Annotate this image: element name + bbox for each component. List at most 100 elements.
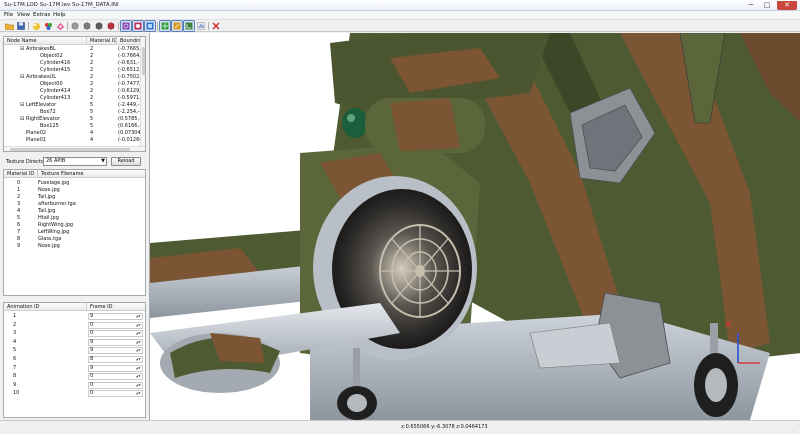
spinner-arrows-icon[interactable]: ▲▼ <box>136 349 141 354</box>
lod-cube-3-icon[interactable] <box>94 21 104 31</box>
normals-toggle-icon[interactable] <box>171 20 183 32</box>
texture-filename[interactable]: Tail.jpg <box>38 194 138 201</box>
column-header-material-id[interactable]: Material ID <box>87 37 116 45</box>
texture-toggle-icon[interactable] <box>144 20 156 32</box>
texture-filename[interactable]: Nose.jpg <box>38 187 138 194</box>
animation-row: 5 9 ▲▼ <box>4 347 145 355</box>
chart-toggle-icon[interactable] <box>196 21 206 31</box>
tree-row[interactable]: Plane02 4 (0.07304,- <box>4 130 142 137</box>
lod-cube-icon[interactable] <box>70 21 80 31</box>
tree-row[interactable]: Object00 2 (-0.7477,- <box>4 81 142 88</box>
tree-node-material: 2 <box>90 46 94 52</box>
spinner-arrows-icon[interactable]: ▲▼ <box>136 375 141 380</box>
frame-id-stepper[interactable]: 9 ▲▼ <box>88 313 143 320</box>
save-disk-icon[interactable] <box>16 21 26 31</box>
scrollbar-thumb[interactable] <box>10 148 130 151</box>
material-row[interactable]: 2 Tail.jpg <box>4 194 145 201</box>
maximize-button[interactable]: □ <box>760 1 774 10</box>
material-row[interactable]: 6 RightWing.jpg <box>4 222 145 229</box>
texture-filename[interactable]: Htail.jpg <box>38 215 138 222</box>
material-row[interactable]: 5 Htail.jpg <box>4 215 145 222</box>
spinner-arrows-icon[interactable]: ▲▼ <box>136 366 141 372</box>
tree-row[interactable]: Cylinder413 2 (-0.5971,- <box>4 95 142 102</box>
lod-cube-2-icon[interactable] <box>82 21 92 31</box>
tree-row[interactable]: Object02 2 (-0.7664,- <box>4 53 142 60</box>
node-tree-horizontal-scrollbar[interactable] <box>4 146 145 151</box>
close-button[interactable]: ✕ <box>777 1 797 10</box>
tree-row[interactable]: ⊟ RightElevator 5 (0.5785,-8 <box>4 116 142 123</box>
menu-help[interactable]: Help <box>53 12 66 18</box>
tree-expander-icon[interactable]: ⊟ <box>20 116 24 123</box>
menu-extras[interactable]: Extras <box>33 12 50 18</box>
model-color-icon[interactable] <box>43 21 53 31</box>
node-tree-vertical-scrollbar[interactable] <box>140 37 145 146</box>
texture-filename[interactable]: Fuselage.jpg <box>38 180 138 187</box>
tree-row[interactable]: Box125 5 (0.6166,-8 <box>4 123 142 130</box>
tree-row[interactable]: ⊟ AirbrakesBL 2 (-0.7665,- <box>4 46 142 53</box>
column-header-material-id[interactable]: Material ID <box>4 170 37 178</box>
tree-row[interactable]: ⊟ LeftElevator 5 (-2.449,-8 <box>4 102 142 109</box>
material-row[interactable]: 8 Glass.tga <box>4 236 145 243</box>
frame-id-stepper[interactable]: 8 ▲▼ <box>88 356 143 363</box>
tree-row[interactable]: Cylinder416 2 (-0.631,-1 <box>4 60 142 67</box>
frame-id-stepper[interactable]: 9 ▲▼ <box>88 347 143 355</box>
grid-toggle-icon[interactable] <box>159 20 171 32</box>
texture-filename[interactable]: RightWing.jpg <box>38 222 138 229</box>
spinner-arrows-icon[interactable]: ▲▼ <box>136 340 141 346</box>
texture-filename[interactable]: Nose.jpg <box>38 243 138 250</box>
texture-filename[interactable]: afterburner.tga <box>38 201 138 208</box>
tree-row[interactable]: Box72 5 (-2.254,-8 <box>4 109 142 116</box>
3d-viewport[interactable] <box>149 33 800 420</box>
scrollbar-thumb[interactable] <box>142 47 145 75</box>
material-row[interactable]: 0 Fuselage.jpg <box>4 180 145 187</box>
frame-id-stepper[interactable]: 0 ▲▼ <box>88 330 143 338</box>
spinner-arrows-icon[interactable]: ▲▼ <box>136 332 141 337</box>
texture-filename[interactable]: LeftWing.jpg <box>38 229 138 236</box>
column-header-texture-filename[interactable]: Texture Filename <box>38 170 145 178</box>
palette-icon[interactable] <box>55 21 65 31</box>
column-header-frame-id[interactable]: Frame ID <box>87 303 145 311</box>
lod-cube-red-icon[interactable] <box>106 21 116 31</box>
open-folder-icon[interactable] <box>4 21 14 31</box>
menu-file[interactable]: File <box>4 12 13 18</box>
material-row[interactable]: 3 afterburner.tga <box>4 201 145 208</box>
reload-button[interactable]: Reload <box>111 157 141 166</box>
material-row[interactable]: 1 Nose.jpg <box>4 187 145 194</box>
spinner-arrows-icon[interactable]: ▲▼ <box>136 323 141 329</box>
frame-id-stepper[interactable]: 9 ▲▼ <box>88 364 143 372</box>
texture-directory-select[interactable]: 26 APIB ▼ <box>43 157 107 166</box>
shaded-toggle-icon[interactable] <box>132 20 144 32</box>
frame-id-stepper[interactable]: 0 ▲▼ <box>88 373 143 381</box>
texture-filename[interactable]: Glass.tga <box>38 236 138 243</box>
tree-row[interactable]: Cylinder415 2 (-0.6512,- <box>4 67 142 74</box>
axes-toggle-icon[interactable] <box>183 20 195 32</box>
spinner-arrows-icon[interactable]: ▲▼ <box>136 358 141 363</box>
spinner-arrows-icon[interactable]: ▲▼ <box>136 383 141 389</box>
tree-row[interactable]: Plane01 4 (-0.01266, <box>4 137 142 144</box>
tree-expander-icon[interactable]: ⊟ <box>20 74 24 81</box>
minimize-button[interactable]: ─ <box>744 1 758 10</box>
column-header-animation-id[interactable]: Animation ID <box>4 303 86 311</box>
frame-id-stepper[interactable]: 0 ▲▼ <box>88 321 143 329</box>
tree-expander-icon[interactable]: ⊟ <box>20 46 24 53</box>
frame-id-stepper[interactable]: 0 ▲▼ <box>88 381 143 389</box>
wireframe-toggle-icon[interactable] <box>120 20 132 32</box>
frame-id-stepper[interactable]: 0 ▲▼ <box>88 390 143 398</box>
spinner-arrows-icon[interactable]: ▲▼ <box>136 315 141 320</box>
model-light-icon[interactable] <box>31 21 41 31</box>
menu-view[interactable]: View <box>17 12 30 18</box>
material-row[interactable]: 4 Tail.jpg <box>4 208 145 215</box>
spinner-arrows-icon[interactable]: ▲▼ <box>136 392 141 397</box>
material-row[interactable]: 7 LeftWing.jpg <box>4 229 145 236</box>
resize-grip-icon[interactable]: ⋰ <box>792 425 798 432</box>
material-row[interactable]: 9 Nose.jpg <box>4 243 145 250</box>
frame-id-stepper[interactable]: 9 ▲▼ <box>88 338 143 346</box>
frame-id-value: 0 <box>90 390 94 397</box>
column-header-bounding[interactable]: Bounding <box>117 37 142 45</box>
tree-row[interactable]: Cylinder414 2 (-0.6129,- <box>4 88 142 95</box>
texture-filename[interactable]: Tail.jpg <box>38 208 138 215</box>
column-header-node-name[interactable]: Node Name <box>4 37 86 45</box>
tree-expander-icon[interactable]: ⊟ <box>20 102 24 109</box>
tree-row[interactable]: ⊟ AirbrakesUL 2 (-0.7502,- <box>4 74 142 81</box>
exit-icon[interactable] <box>211 21 221 31</box>
